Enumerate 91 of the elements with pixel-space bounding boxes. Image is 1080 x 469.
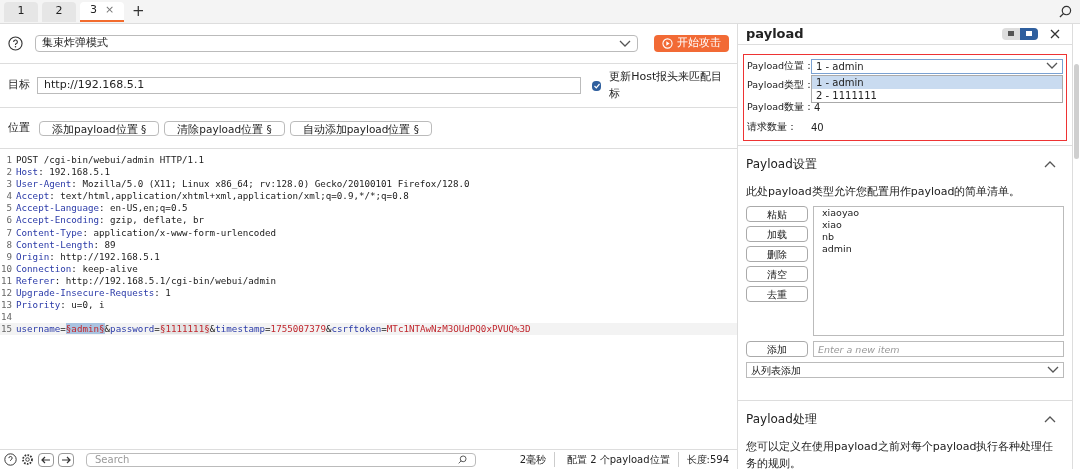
chevron-icon (1047, 366, 1059, 374)
code-line: User-Agent: Mozilla/5.0 (X11; Linux x86_64; rv:128.0) Gecko/20100101 Firefox/128.0 (16, 178, 470, 191)
help-icon[interactable] (8, 36, 23, 51)
positions-count: 配置 2 个payload位置 (559, 452, 679, 467)
chevron-icon (1044, 159, 1056, 168)
field-label: Payload类型： (747, 78, 811, 93)
target-label: 目标 (8, 77, 31, 94)
list-item[interactable]: xiaoyao (814, 207, 1063, 219)
section-description: 此处payload类型允许您配置用作payload的简单清单。 (746, 183, 1022, 200)
code-line: Content-Type: application/x-www-form-urlencoded (16, 226, 276, 239)
section-title: Payload设置 (746, 155, 817, 173)
new-tab-button[interactable]: + (128, 0, 149, 23)
help-icon[interactable] (4, 453, 17, 466)
target-field[interactable]: http://192.168.5.1 (37, 77, 581, 94)
tab[interactable]: 1 (4, 1, 38, 22)
chevron-icon (1044, 415, 1056, 423)
section-description: 您可以定义在使用payload之前对每个payload执行各种处理任务的规则。 (746, 439, 1055, 469)
play-icon (662, 38, 674, 49)
update-host-checkbox[interactable] (591, 80, 602, 91)
length-label: 长度:594 (685, 453, 730, 467)
payload-position-dropdown[interactable]: 1 - admin (811, 58, 1063, 74)
line-number: 2 (5, 166, 12, 179)
list-action-button[interactable]: 粘贴 (746, 206, 808, 222)
code-line: Origin: http://192.168.5.1 (16, 250, 160, 263)
chevron-icon (1046, 62, 1058, 70)
field-value: 4 (814, 100, 821, 115)
list-action-button[interactable]: 去重 (746, 286, 808, 302)
line-number: 5 (5, 202, 12, 215)
dropdown-option[interactable]: 1 - admin (812, 75, 1062, 89)
line-number: 1 (5, 154, 12, 167)
code-line: POST /cgi-bin/webui/admin HTTP/1.1 (16, 154, 205, 167)
back-button[interactable] (38, 452, 54, 467)
arrow-left-icon (41, 455, 51, 464)
collapse-button[interactable] (1044, 415, 1056, 423)
dropdown-option[interactable]: 2 - 1111111 (812, 88, 1062, 102)
position-button[interactable]: 清除payload位置 § (164, 120, 285, 136)
field-label: Payload位置： (747, 58, 811, 73)
position-button[interactable]: 自动添加payload位置 § (289, 120, 433, 136)
field-label: 请求数量： (747, 120, 798, 135)
search-icon (458, 455, 467, 464)
line-number: 7 (5, 226, 12, 239)
scrollbar-thumb[interactable] (1074, 64, 1079, 159)
update-host-label: 更新Host报头来匹配目标 (609, 69, 724, 102)
code-line: username=§admin§&password=§1111111§&timestamp=1755007379&csrftoken=MTc1NTAwNzM3OUdPQ0xPVUQ%3D (16, 323, 531, 336)
position-button[interactable]: 添加payload位置 § (39, 120, 160, 136)
code-line: Host: 192.168.5.1 (16, 166, 111, 179)
attack-type-dropdown[interactable]: 集束炸弹模式 (35, 35, 639, 52)
chevron-icon (619, 39, 632, 48)
code-line: Accept-Encoding: gzip, deflate, br (16, 214, 205, 227)
section-title: Payload处理 (746, 411, 817, 428)
add-from-list-dropdown[interactable]: 从列表添加 (746, 362, 1064, 378)
layout-toggle-button[interactable] (1020, 27, 1038, 40)
code-line: Referer: http://192.168.5.1/cgi-bin/webui/admin (16, 274, 276, 288)
tab[interactable]: 2 (42, 1, 76, 22)
line-number: 12 (0, 287, 12, 300)
line-number: 14 (0, 311, 12, 324)
code-line: Accept: text/html,application/xhtml+xml,application/xml;q=0.9,*/*;q=0.8 (16, 190, 409, 203)
new-item-field[interactable]: Enter a new item (813, 341, 1064, 357)
line-number: 11 (0, 274, 12, 288)
code-line: Content-Length: 89 (16, 238, 116, 251)
panel-title: payload (746, 25, 804, 43)
line-number: 9 (5, 250, 12, 263)
line-number: 4 (5, 190, 12, 203)
response-time: 2毫秒 (519, 452, 556, 467)
tab[interactable]: 3 × (80, 1, 124, 22)
line-number: 6 (5, 214, 12, 227)
close-tab-button[interactable]: × (104, 2, 115, 19)
list-item[interactable]: nb (814, 231, 1063, 243)
line-number: 10 (0, 262, 12, 275)
positions-label: 位置 (8, 119, 31, 136)
list-action-button[interactable]: 删除 (746, 246, 808, 262)
field-value: 40 (811, 121, 824, 135)
arrow-right-icon (61, 455, 71, 464)
code-line: Accept-Language: en-US,en;q=0.5 (16, 202, 188, 215)
settings-icon[interactable] (21, 453, 34, 466)
line-number: 15 (0, 323, 12, 336)
collapse-button[interactable] (1044, 159, 1056, 168)
list-action-button[interactable]: 清空 (746, 266, 808, 282)
line-number: 3 (5, 178, 12, 191)
line-number: 13 (0, 299, 12, 312)
code-line: Priority: u=0, i (16, 299, 105, 312)
list-action-button[interactable]: 加载 (746, 226, 808, 242)
close-icon[interactable] (1050, 28, 1060, 39)
code-line: Upgrade-Insecure-Requests: 1 (16, 287, 171, 300)
add-button[interactable]: 添加 (746, 341, 808, 357)
code-line: Connection: keep-alive (16, 262, 138, 275)
list-item[interactable]: admin (814, 243, 1063, 255)
search-icon[interactable] (1059, 5, 1072, 18)
line-number: 8 (5, 238, 12, 251)
list-item[interactable]: xiao (814, 219, 1063, 231)
forward-button[interactable] (58, 452, 74, 467)
